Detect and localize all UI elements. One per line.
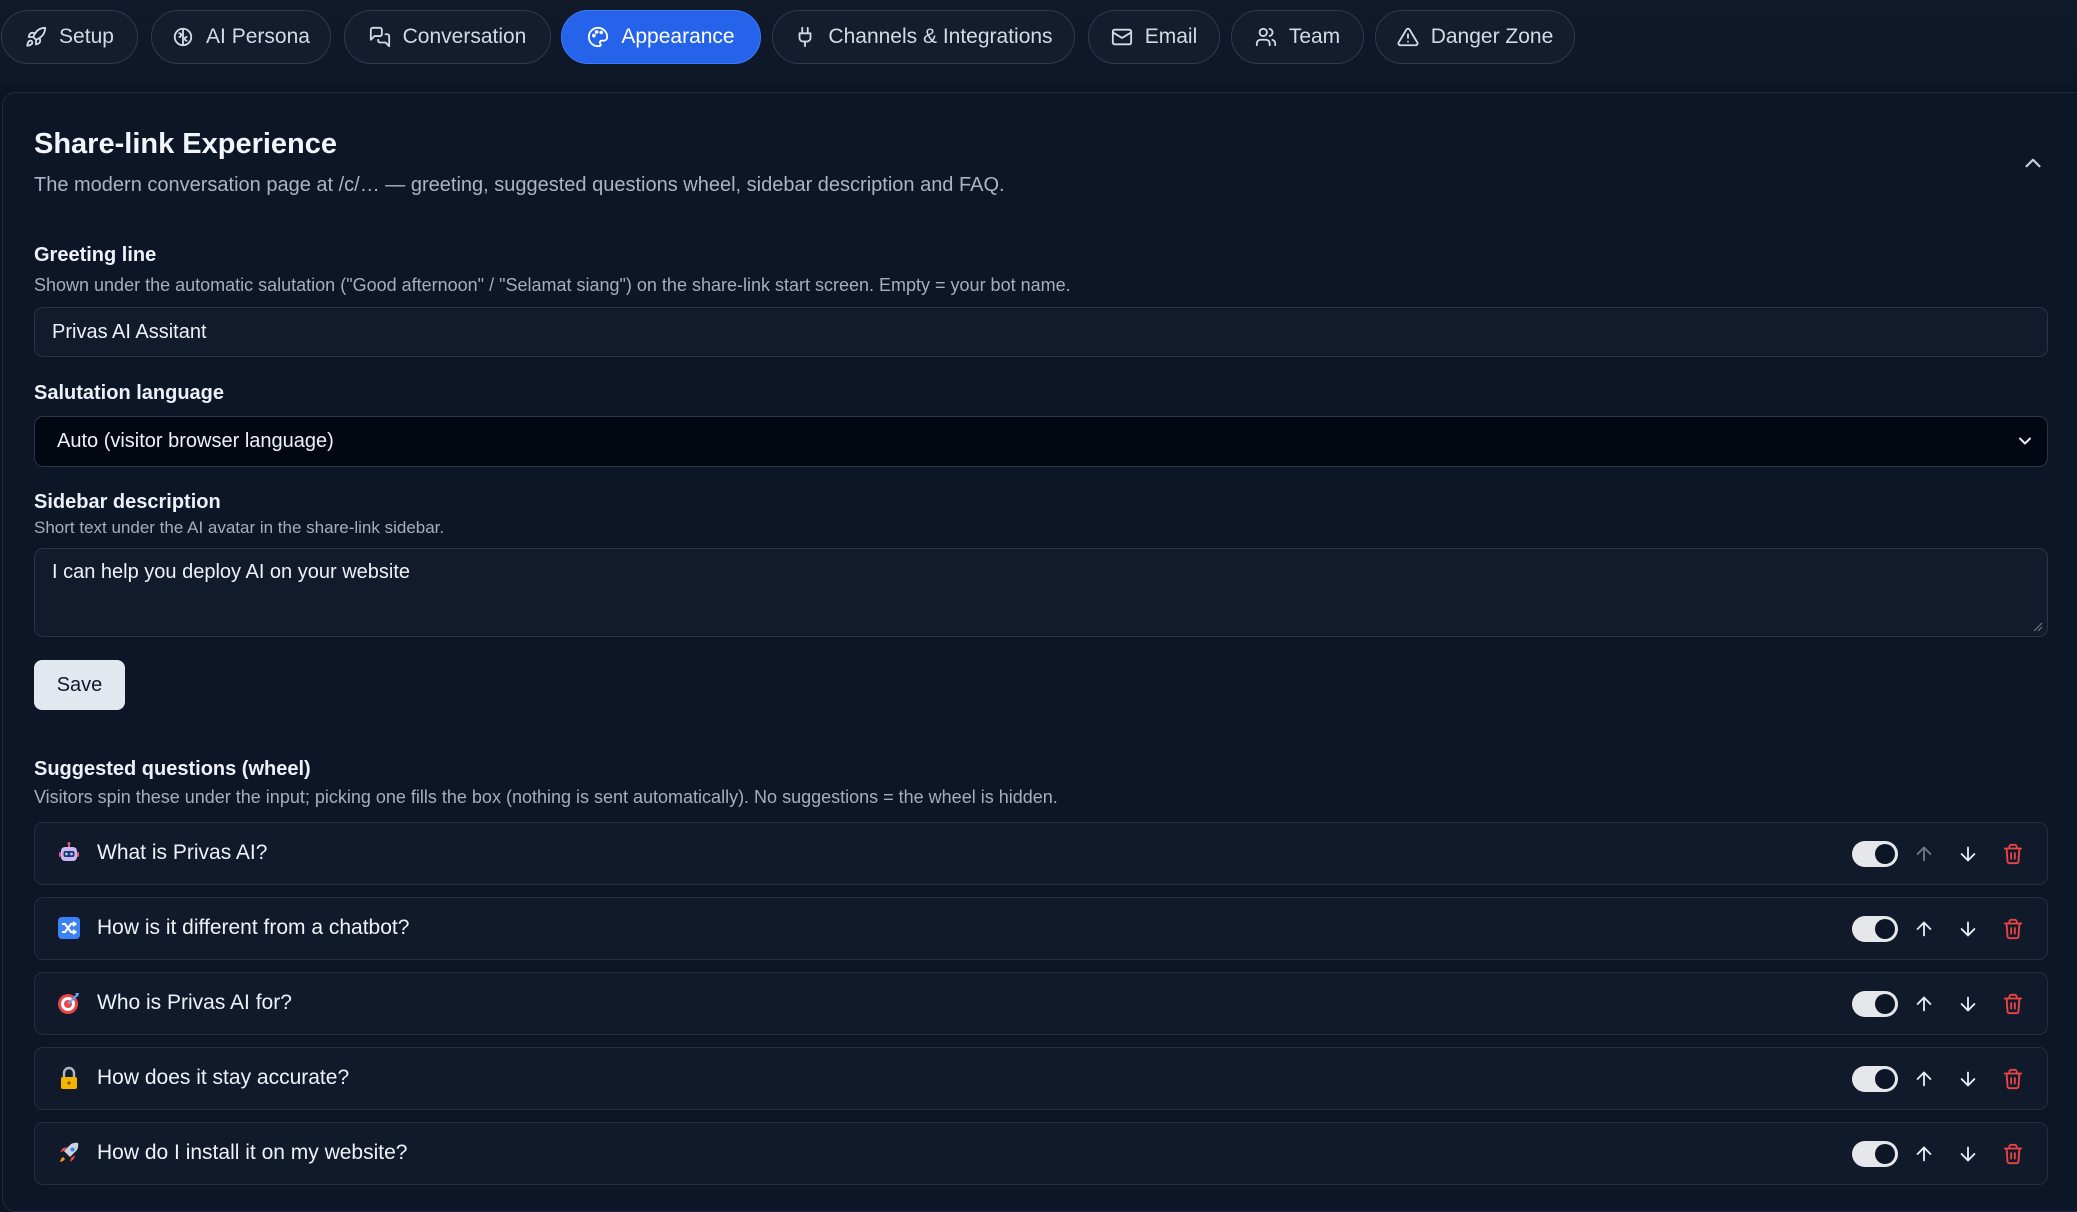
suggestion-text[interactable]: How does it stay accurate? [97, 1066, 349, 1090]
tab-label: Conversation [402, 25, 527, 48]
tab-label: Email [1144, 25, 1198, 48]
suggestion-row: How does it stay accurate? [34, 1047, 2048, 1110]
toggle-knob [1875, 1144, 1895, 1164]
sidebar-description-label: Sidebar description [34, 491, 221, 513]
trash-icon[interactable] [2002, 918, 2024, 940]
tab-label: Channels & Integrations [828, 25, 1053, 48]
suggestion-text[interactable]: Who is Privas AI for? [97, 991, 292, 1015]
suggestion-row: Who is Privas AI for? [34, 972, 2048, 1035]
arrow-up-icon[interactable] [1913, 843, 1935, 865]
tab-conversation[interactable]: Conversation [344, 10, 551, 64]
suggestion-row: What is Privas AI? [34, 822, 2048, 885]
suggestion-enabled-toggle[interactable] [1852, 1066, 1898, 1092]
salutation-label: Salutation language [34, 382, 225, 404]
tab-appearance[interactable]: Appearance [561, 10, 761, 64]
robot-icon [59, 842, 79, 861]
rocket-icon [60, 1142, 79, 1162]
share-link-panel [2, 92, 2077, 1212]
suggestion-enabled-toggle[interactable] [1852, 916, 1898, 942]
arrow-up-icon[interactable] [1913, 1068, 1935, 1090]
greeting-label: Greeting line [34, 244, 157, 266]
section-subtitle: The modern conversation page at /c/… — g… [34, 174, 1005, 196]
sidebar-description-value: I can help you deploy AI on your website [52, 561, 411, 583]
chevron-down-icon [2019, 437, 2031, 445]
tab-team[interactable]: Team [1231, 10, 1364, 64]
arrow-up-icon[interactable] [1913, 993, 1935, 1015]
arrow-down-icon[interactable] [1957, 993, 1979, 1015]
salutation-selected-value: Auto (visitor browser language) [57, 430, 334, 452]
tab-email[interactable]: Email [1088, 10, 1220, 64]
toggle-knob [1875, 994, 1895, 1014]
warning-triangle-icon [1397, 27, 1419, 47]
brain-icon [173, 27, 193, 47]
chat-bubbles-icon [369, 26, 390, 48]
arrow-down-icon[interactable] [1957, 1068, 1979, 1090]
palette-icon [588, 26, 609, 48]
trash-icon[interactable] [2002, 843, 2024, 865]
arrow-down-icon[interactable] [1957, 1143, 1979, 1165]
suggestions-label: Suggested questions (wheel) [34, 758, 311, 780]
greeting-input[interactable]: Privas AI Assitant [34, 307, 2048, 357]
tab-label: AI Persona [206, 25, 310, 48]
arrow-up-icon[interactable] [1913, 1143, 1935, 1165]
settings-tab-bar: Setup AI Persona Conversation Appearance… [0, 0, 2077, 86]
arrow-up-icon[interactable] [1913, 918, 1935, 940]
tab-setup[interactable]: Setup [1, 10, 138, 64]
toggle-knob [1875, 844, 1895, 864]
tab-label: Danger Zone [1430, 25, 1554, 48]
suggestion-row: How do I install it on my website? [34, 1122, 2048, 1185]
toggle-knob [1875, 919, 1895, 939]
suggestion-enabled-toggle[interactable] [1852, 841, 1898, 867]
sidebar-description-hint: Short text under the AI avatar in the sh… [34, 518, 445, 537]
resize-handle-icon[interactable] [2031, 620, 2043, 632]
lock-icon [61, 1066, 77, 1089]
tab-label: Team [1288, 25, 1341, 48]
chevron-up-icon[interactable] [2020, 150, 2046, 176]
salutation-language-select[interactable]: Auto (visitor browser language) [34, 416, 2048, 467]
suggestion-text[interactable]: How is it different from a chatbot? [97, 916, 409, 940]
target-icon [58, 993, 79, 1014]
greeting-input-value: Privas AI Assitant [52, 320, 207, 343]
tab-label: Setup [59, 25, 114, 48]
arrow-down-icon[interactable] [1957, 843, 1979, 865]
tab-danger-zone[interactable]: Danger Zone [1375, 10, 1575, 64]
suggestion-text[interactable]: What is Privas AI? [97, 841, 267, 865]
suggestion-enabled-toggle[interactable] [1852, 1141, 1898, 1167]
rocket-icon [26, 26, 47, 47]
tab-channels-integrations[interactable]: Channels & Integrations [772, 10, 1075, 64]
trash-icon[interactable] [2002, 1143, 2024, 1165]
section-title: Share-link Experience [34, 128, 338, 160]
mail-icon [1111, 28, 1132, 46]
arrow-down-icon[interactable] [1957, 918, 1979, 940]
sidebar-description-textarea[interactable]: I can help you deploy AI on your website [34, 548, 2048, 637]
suggestion-enabled-toggle[interactable] [1852, 991, 1898, 1017]
trash-icon[interactable] [2002, 1068, 2024, 1090]
suggestions-hint: Visitors spin these under the input; pic… [34, 787, 1058, 807]
greeting-hint: Shown under the automatic salutation ("G… [34, 275, 1071, 295]
plug-icon [799, 26, 812, 48]
suggestion-row: How is it different from a chatbot? [34, 897, 2048, 960]
tab-label: Appearance [621, 25, 735, 48]
tab-ai-persona[interactable]: AI Persona [151, 10, 331, 64]
users-icon [1255, 27, 1276, 47]
save-button[interactable]: Save [34, 660, 125, 710]
trash-icon[interactable] [2002, 993, 2024, 1015]
toggle-knob [1875, 1069, 1895, 1089]
suggestion-text[interactable]: How do I install it on my website? [97, 1141, 407, 1165]
shuffle-icon [58, 917, 80, 939]
